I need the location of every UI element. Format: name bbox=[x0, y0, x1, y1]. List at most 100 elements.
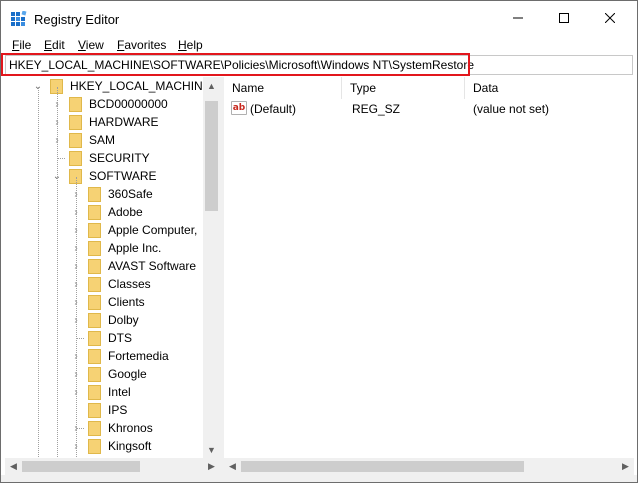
folder-icon bbox=[88, 222, 101, 238]
tree-horizontal-scrollbar[interactable]: ◀ ▶ bbox=[5, 458, 220, 475]
tree-node-label: Classes bbox=[108, 277, 151, 291]
maximize-button[interactable] bbox=[541, 1, 587, 35]
folder-icon bbox=[88, 384, 101, 400]
tree-node-bcd00000000[interactable]: › BCD00000000 bbox=[50, 95, 168, 113]
tree-connector-line bbox=[76, 177, 77, 458]
tree-node-label: HARDWARE bbox=[89, 115, 159, 129]
value-type: REG_SZ bbox=[352, 102, 401, 116]
close-button[interactable] bbox=[587, 1, 633, 35]
title-bar: Registry Editor bbox=[1, 1, 637, 35]
folder-icon bbox=[88, 276, 101, 292]
list-horizontal-scroll-thumb[interactable] bbox=[241, 461, 524, 472]
tree-connector-line bbox=[57, 158, 65, 159]
menu-edit[interactable]: Edit bbox=[44, 38, 65, 52]
value-name: (Default) bbox=[250, 102, 297, 116]
column-header-type[interactable]: Type bbox=[342, 77, 464, 99]
tree-node-label: 360Safe bbox=[108, 187, 153, 201]
folder-icon bbox=[88, 258, 101, 274]
folder-icon bbox=[69, 114, 82, 130]
tree-node-sam[interactable]: › SAM bbox=[50, 131, 115, 149]
tree-node-software-child[interactable]: › Kingsoft bbox=[69, 437, 151, 455]
folder-icon bbox=[88, 186, 101, 202]
scroll-left-icon[interactable]: ◀ bbox=[224, 458, 241, 475]
tree-node-label: Apple Inc. bbox=[108, 241, 162, 255]
menu-help-label: elp bbox=[186, 38, 203, 52]
tree-node-software-child[interactable]: › Intel bbox=[69, 383, 131, 401]
value-data: (value not set) bbox=[473, 102, 550, 116]
tree-connector-line bbox=[57, 87, 58, 458]
folder-icon bbox=[88, 330, 101, 346]
window-title: Registry Editor bbox=[34, 12, 120, 27]
tree-node-software-child[interactable]: › AVAST Software bbox=[69, 257, 196, 275]
tree-node-label: Intel bbox=[108, 385, 131, 399]
scroll-up-icon[interactable]: ▲ bbox=[203, 77, 220, 94]
menu-view-label: iew bbox=[85, 38, 104, 52]
folder-icon bbox=[88, 348, 101, 364]
tree-node-label: SOFTWARE bbox=[89, 169, 157, 183]
tree-node-software-child[interactable]: › Dolby bbox=[69, 311, 139, 329]
menu-file-label: ile bbox=[19, 38, 32, 52]
scroll-down-icon[interactable]: ▼ bbox=[203, 441, 220, 458]
tree-pane[interactable]: ⌄ HKEY_LOCAL_MACHINE › BCD00000000 › HARDWARE… bbox=[5, 77, 218, 458]
tree-node-software-child[interactable]: › Apple Inc. bbox=[69, 239, 161, 257]
registry-editor-icon bbox=[11, 11, 27, 26]
tree-node-label: Adobe bbox=[108, 205, 143, 219]
menu-help[interactable]: Help bbox=[178, 38, 203, 52]
tree-node-software[interactable]: ⌄ SOFTWARE bbox=[50, 167, 157, 185]
menu-file[interactable]: File bbox=[12, 38, 31, 52]
scroll-right-icon[interactable]: ▶ bbox=[203, 458, 220, 475]
tree-node-label: HKEY_LOCAL_MACHINE bbox=[70, 79, 211, 93]
folder-icon bbox=[69, 150, 82, 166]
folder-icon bbox=[69, 132, 82, 148]
tree-node-software-child[interactable]: › Fortemedia bbox=[69, 347, 169, 365]
value-row[interactable]: ab (Default) REG_SZ (value not set) bbox=[224, 100, 634, 118]
menu-view[interactable]: View bbox=[78, 38, 104, 52]
menu-favorites[interactable]: Favorites bbox=[117, 38, 166, 52]
tree-node-label: IPS bbox=[108, 403, 128, 417]
values-list-pane[interactable]: Name Type Data ab (Default) REG_SZ (valu… bbox=[224, 77, 634, 458]
folder-icon bbox=[88, 204, 101, 220]
tree-node-label: Apple Computer, bbox=[108, 223, 198, 237]
list-horizontal-scrollbar[interactable]: ◀ ▶ bbox=[224, 458, 634, 475]
maximize-icon bbox=[559, 13, 569, 23]
folder-icon bbox=[88, 240, 101, 256]
tree-node-hardware[interactable]: › HARDWARE bbox=[50, 113, 159, 131]
tree-node-label: Khronos bbox=[108, 421, 153, 435]
string-value-icon: ab bbox=[231, 101, 247, 115]
tree-connector-line bbox=[76, 428, 84, 429]
menu-view-accel: V bbox=[78, 38, 86, 52]
tree-node-software-child[interactable]: › Apple Computer, bbox=[69, 221, 197, 239]
column-header-name[interactable]: Name bbox=[224, 77, 341, 99]
tree-vertical-scrollbar[interactable]: ▲ ▼ bbox=[203, 77, 220, 458]
tree-horizontal-scroll-thumb[interactable] bbox=[22, 461, 140, 472]
close-icon bbox=[605, 13, 615, 23]
folder-icon bbox=[69, 96, 82, 112]
menu-help-accel: H bbox=[178, 38, 187, 52]
scroll-left-icon[interactable]: ◀ bbox=[5, 458, 22, 475]
tree-node-label: SECURITY bbox=[89, 151, 150, 165]
tree-node-software-child[interactable]: › Clients bbox=[69, 293, 145, 311]
tree-node-software-child[interactable]: › Adobe bbox=[69, 203, 143, 221]
tree-node-software-child[interactable]: IPS bbox=[69, 401, 127, 419]
folder-icon bbox=[88, 312, 101, 328]
tree-connector-line bbox=[38, 87, 39, 458]
minimize-icon bbox=[513, 17, 523, 19]
folder-icon bbox=[88, 366, 101, 382]
address-highlight-box bbox=[1, 53, 470, 76]
scroll-right-icon[interactable]: ▶ bbox=[617, 458, 634, 475]
tree-node-label: Fortemedia bbox=[108, 349, 169, 363]
menu-bar: File Edit View Favorites Help bbox=[1, 35, 637, 55]
folder-icon bbox=[88, 294, 101, 310]
tree-vertical-scroll-thumb[interactable] bbox=[205, 101, 218, 211]
column-header-data[interactable]: Data bbox=[465, 77, 634, 99]
status-bar bbox=[1, 475, 637, 482]
minimize-button[interactable] bbox=[495, 1, 541, 35]
tree-node-software-child[interactable]: › Google bbox=[69, 365, 147, 383]
tree-node-label: DTS bbox=[108, 331, 132, 345]
tree-node-software-child[interactable]: › 360Safe bbox=[69, 185, 153, 203]
tree-node-label: Kingsoft bbox=[108, 439, 152, 453]
menu-edit-accel: E bbox=[44, 38, 53, 52]
tree-node-label: Clients bbox=[108, 295, 145, 309]
tree-node-label: AVAST Software bbox=[108, 259, 197, 273]
tree-node-software-child[interactable]: › Classes bbox=[69, 275, 151, 293]
